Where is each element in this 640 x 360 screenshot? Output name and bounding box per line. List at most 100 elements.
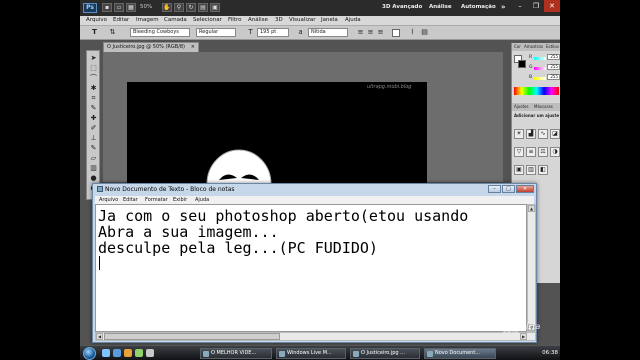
channel-r-value[interactable]: 255 <box>547 54 560 60</box>
switch-windows-icon[interactable] <box>146 349 154 357</box>
curves-adjust-icon[interactable]: ∿ <box>538 129 548 139</box>
horizontal-scroll-thumb[interactable] <box>104 333 280 340</box>
hue-saturation-adjust-icon[interactable]: ≡ <box>526 147 536 157</box>
text-orientation-icon[interactable]: ⇅ <box>108 28 117 37</box>
eraser-tool-icon[interactable]: ▱ <box>88 153 99 163</box>
crop-tool-icon[interactable]: ⌗ <box>88 93 99 103</box>
notepad-maximize-button[interactable]: □ <box>502 185 515 193</box>
gradient-tool-icon[interactable]: ▥ <box>88 163 99 173</box>
internet-explorer-icon[interactable] <box>113 349 121 357</box>
notepad-menu-editar[interactable]: Editar <box>123 197 138 203</box>
posterize-adjust-icon[interactable]: ▥ <box>526 165 536 175</box>
marquee-tool-icon[interactable]: ⬚ <box>88 63 99 73</box>
threshold-adjust-icon[interactable]: ◧ <box>538 165 548 175</box>
restore-button[interactable]: ❐ <box>528 0 544 12</box>
screen-mode-button[interactable]: ▣ <box>210 3 220 12</box>
zoom-level[interactable]: 50% <box>140 4 152 10</box>
system-tray-clock[interactable]: 06:38 <box>528 348 560 359</box>
black-white-adjust-icon[interactable]: ◑ <box>550 147 560 157</box>
notepad-menu-formatar[interactable]: Formatar <box>145 197 168 203</box>
type-tool-icon[interactable]: T <box>90 28 99 37</box>
tab-ajustes[interactable]: Ajustes <box>514 104 529 109</box>
close-document-icon[interactable]: × <box>191 43 195 52</box>
notepad-close-button[interactable]: ✕ <box>516 185 534 193</box>
magic-wand-tool-icon[interactable]: ✱ <box>88 83 99 93</box>
hand-tool-button[interactable]: ✋ <box>162 3 172 12</box>
menu-visualizar[interactable]: Visualizar <box>289 17 315 23</box>
notepad-menu-exibir[interactable]: Exibir <box>173 197 187 203</box>
antialias-select[interactable]: Nítida <box>308 28 348 37</box>
workspace-automacao[interactable]: Automação <box>461 4 496 10</box>
media-player-icon[interactable] <box>124 349 132 357</box>
notepad-minimize-button[interactable]: – <box>488 185 501 193</box>
notepad-menu-arquivo[interactable]: Arquivo <box>99 197 118 203</box>
menu-editar[interactable]: Editar <box>113 17 129 23</box>
notepad-vertical-scrollbar[interactable]: ▲ ▼ <box>527 204 536 332</box>
show-desktop-icon[interactable] <box>102 349 110 357</box>
channel-g-value[interactable]: 255 <box>547 64 560 70</box>
healing-brush-tool-icon[interactable]: ✚ <box>88 113 99 123</box>
workspace-3d[interactable]: 3D Avançado <box>382 4 422 10</box>
levels-adjust-icon[interactable]: ▟ <box>526 129 536 139</box>
notepad-menu-ajuda[interactable]: Ajuda <box>195 197 209 203</box>
start-button[interactable] <box>83 347 96 360</box>
align-left-icon[interactable]: ≡ <box>356 28 365 37</box>
background-color-swatch[interactable] <box>518 60 526 68</box>
eyedropper-tool-icon[interactable]: ✎ <box>88 103 99 113</box>
channel-g-slider[interactable] <box>534 67 546 70</box>
scroll-left-icon[interactable]: ◀ <box>96 333 103 340</box>
close-button[interactable]: ✕ <box>544 0 560 12</box>
scroll-up-icon[interactable]: ▲ <box>528 205 535 212</box>
menu-filtro[interactable]: Filtro <box>228 17 241 23</box>
align-center-icon[interactable]: ≡ <box>366 28 375 37</box>
lasso-tool-icon[interactable]: ⌒ <box>88 73 99 83</box>
exposure-adjust-icon[interactable]: ◪ <box>550 129 560 139</box>
font-size-field[interactable]: 195 pt <box>257 28 289 37</box>
taskbar-button-photoshop[interactable]: O Justiceiro.jpg ... <box>350 348 420 359</box>
character-panel-icon[interactable]: ▤ <box>420 28 429 37</box>
font-style-select[interactable]: Regular <box>196 28 236 37</box>
notepad-horizontal-scrollbar[interactable]: ◀ ▶ <box>95 332 536 341</box>
channel-b-slider[interactable] <box>534 77 546 80</box>
bridge-button[interactable]: ▪ <box>102 3 112 12</box>
notepad-title-bar[interactable]: Novo Documento de Texto - Bloco de notas <box>97 186 235 193</box>
tab-mascaras[interactable]: Máscaras <box>534 104 553 109</box>
warp-text-icon[interactable]: ⌇ <box>408 28 417 37</box>
workspace-overflow[interactable]: » <box>501 3 506 11</box>
menu-selecionar[interactable]: Selecionar <box>193 17 222 23</box>
channel-b-value[interactable]: 255 <box>547 74 560 80</box>
arrange-documents-button[interactable]: ▤ <box>198 3 208 12</box>
tab-cor[interactable]: Cor <box>514 44 521 49</box>
color-balance-adjust-icon[interactable]: ⚖ <box>538 147 548 157</box>
tab-estilos[interactable]: Estilos <box>546 44 559 49</box>
clone-stamp-tool-icon[interactable]: ⊥ <box>88 133 99 143</box>
color-spectrum-bar[interactable] <box>514 87 559 95</box>
menu-imagem[interactable]: Imagem <box>136 17 159 23</box>
workspace-analise[interactable]: Análise <box>429 4 452 10</box>
invert-adjust-icon[interactable]: ▣ <box>514 165 524 175</box>
menu-janela[interactable]: Janela <box>321 17 338 23</box>
move-tool-icon[interactable]: ➤ <box>88 53 99 63</box>
tab-amostras[interactable]: Amostras <box>524 44 543 49</box>
messenger-icon[interactable] <box>135 349 143 357</box>
image-canvas[interactable]: ultrapg.mobi.blog <box>127 82 427 192</box>
brightness-adjust-icon[interactable]: ☀ <box>514 129 524 139</box>
menu-analise[interactable]: Análise <box>248 17 268 23</box>
menu-ajuda[interactable]: Ajuda <box>345 17 361 23</box>
guides-button[interactable]: ▦ <box>126 3 136 12</box>
history-brush-tool-icon[interactable]: ✎ <box>88 143 99 153</box>
menu-3d[interactable]: 3D <box>275 17 283 23</box>
brush-tool-icon[interactable]: ✐ <box>88 123 99 133</box>
document-tab[interactable]: O Justiceiro.jpg @ 50% (RGB/8) × <box>103 42 199 52</box>
minibridge-button[interactable]: ▫ <box>114 3 124 12</box>
notepad-text-area[interactable]: Ja com o seu photoshop aberto(etou usand… <box>95 204 527 332</box>
text-color-swatch[interactable] <box>392 29 400 37</box>
taskbar-button-video[interactable]: O MELHOR VIDE... <box>200 348 272 359</box>
minimize-button[interactable]: – <box>512 0 528 12</box>
font-family-select[interactable]: Bleeding Cowboys <box>130 28 190 37</box>
rotate-view-button[interactable]: ↻ <box>186 3 196 12</box>
taskbar-button-notepad[interactable]: Novo Document... <box>424 348 496 359</box>
align-right-icon[interactable]: ≡ <box>376 28 385 37</box>
blur-tool-icon[interactable]: ● <box>88 173 99 183</box>
channel-r-slider[interactable] <box>534 57 546 60</box>
